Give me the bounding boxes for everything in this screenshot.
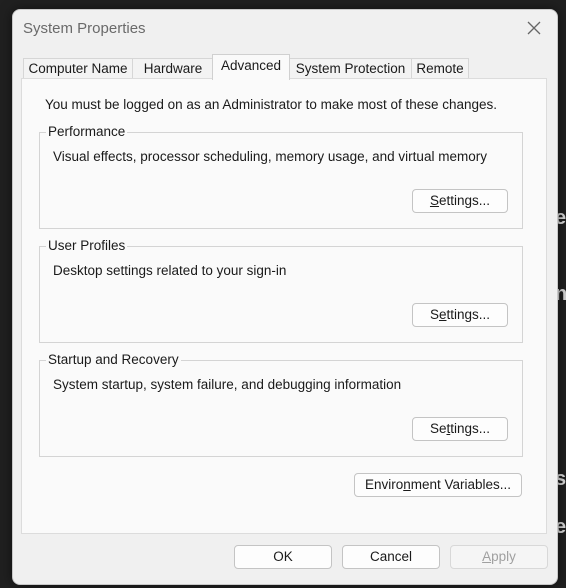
close-button[interactable] (511, 10, 557, 46)
startup-recovery-group: Startup and Recovery System startup, sys… (39, 352, 523, 457)
startup-recovery-description: System startup, system failure, and debu… (53, 377, 402, 392)
system-properties-dialog: System Properties Computer Name Hardware… (12, 9, 558, 585)
admin-note: You must be logged on as an Administrato… (45, 97, 498, 112)
performance-description: Visual effects, processor scheduling, me… (53, 149, 487, 164)
window-title: System Properties (23, 20, 146, 37)
advanced-tab-panel: You must be logged on as an Administrato… (21, 78, 547, 534)
user-profiles-title: User Profiles (46, 238, 128, 253)
tab-system-protection[interactable]: System Protection (289, 58, 412, 79)
user-profiles-settings-button[interactable]: Settings... (412, 303, 508, 327)
performance-title: Performance (46, 124, 128, 139)
tab-hardware[interactable]: Hardware (132, 58, 214, 79)
performance-group: Performance Visual effects, processor sc… (39, 124, 523, 229)
tab-computer-name[interactable]: Computer Name (23, 58, 133, 79)
apply-button[interactable]: Apply (450, 545, 548, 569)
close-icon (527, 21, 541, 35)
title-bar[interactable]: System Properties (13, 10, 557, 48)
startup-recovery-settings-button[interactable]: Settings... (412, 417, 508, 441)
environment-variables-button[interactable]: Environment Variables... (354, 473, 522, 497)
ok-button[interactable]: OK (234, 545, 332, 569)
user-profiles-group: User Profiles Desktop settings related t… (39, 238, 523, 343)
tab-remote[interactable]: Remote (411, 58, 469, 79)
cancel-button[interactable]: Cancel (342, 545, 440, 569)
performance-settings-button[interactable]: Settings... (412, 189, 508, 213)
tab-advanced[interactable]: Advanced (212, 54, 290, 80)
startup-recovery-title: Startup and Recovery (46, 352, 181, 367)
user-profiles-description: Desktop settings related to your sign-in (53, 263, 287, 278)
